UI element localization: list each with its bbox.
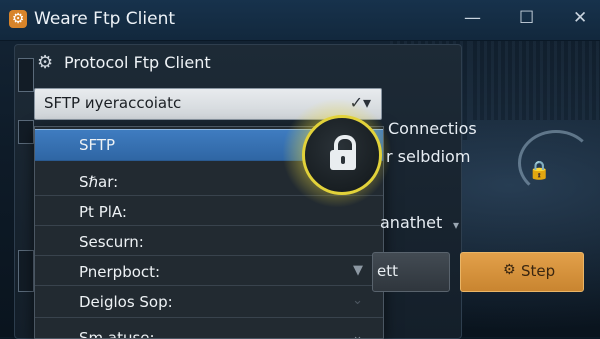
option-label: Sℏar: [79,173,119,191]
divider [35,225,383,226]
chevron-down-icon: ⌄ [352,329,363,339]
option-label: Sescurn: [79,233,144,251]
background-server-rack [470,40,600,120]
option-label: Deiglos Sop: [79,293,173,311]
lock-icon: 🔒 [528,160,551,181]
side-frame [18,58,34,92]
connections-label: Connectios [388,119,477,138]
caret-down-icon[interactable]: ▾ [453,218,459,232]
side-frame [18,120,34,144]
network-label: anathet [380,213,443,232]
divider [35,317,383,318]
step-button-label: Step [521,262,556,280]
minimize-button[interactable]: — [464,8,481,28]
section-label: Protocol Ftp Client [64,53,211,72]
option-label: SFTP [79,136,116,154]
side-frame [18,250,34,292]
option-label: Pnerpboct: [79,263,161,281]
lock-icon [302,115,382,195]
maximize-button[interactable]: ☐ [519,8,534,28]
selection-label: r selbdiom [386,147,471,166]
dropdown-option[interactable]: Sescurn: [35,227,383,257]
close-button[interactable]: ✕ [573,8,587,28]
chevron-down-icon: ⌄ [352,293,363,308]
option-label: Pt PlA: [79,203,127,221]
reset-button-label: ett [377,262,398,280]
window-title: Weare Ftp Client [34,9,176,29]
caret-down-icon: ▼ [353,263,363,278]
gear-icon: ⚙ [37,52,54,73]
dropdown-option[interactable]: Deiglos Sop: ⌄ [35,287,383,317]
title-bar: ⚙ Weare Ftp Client — ☐ ✕ [0,0,600,41]
gear-icon: ⚙ [9,10,27,28]
step-button[interactable]: ⚙ Step [460,252,584,292]
protocol-select-value: SFTP иуeraccoiatc [44,94,182,112]
reset-button[interactable]: ett [372,252,450,292]
gear-icon: ⚙ [503,262,516,278]
divider [35,255,383,256]
option-label: Sm atuse: [79,329,155,339]
dropdown-option[interactable]: Pnerpboct: ▼ [35,257,383,287]
divider [35,285,383,286]
